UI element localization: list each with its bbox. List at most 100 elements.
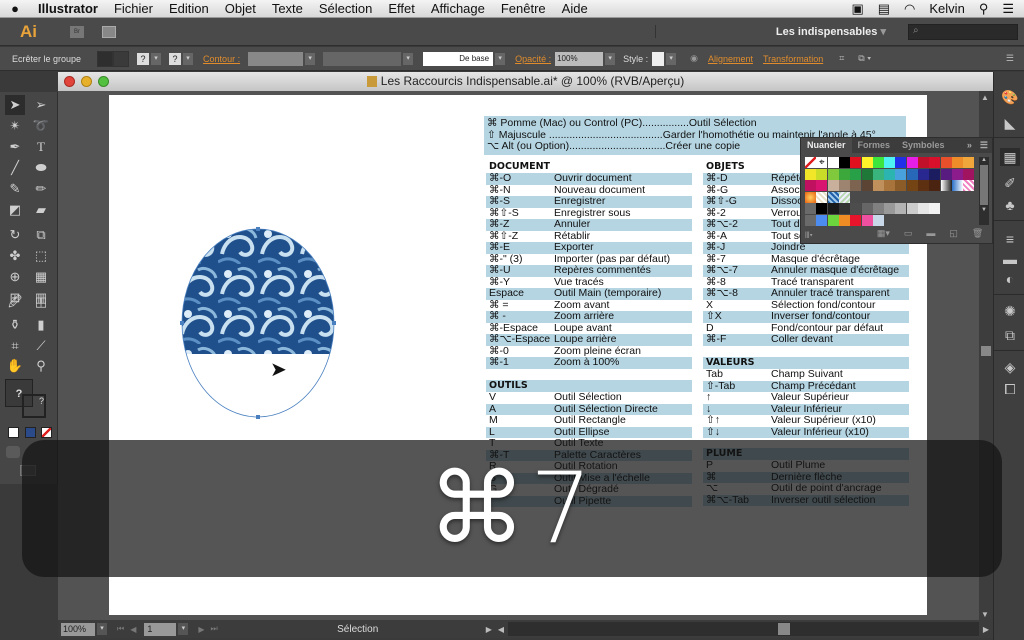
camera-icon[interactable]: ▣: [851, 1, 863, 17]
scroll-left-arrow-icon[interactable]: ◀: [498, 625, 504, 634]
swatch[interactable]: [827, 168, 839, 180]
status-menu-arrow-icon[interactable]: ▶: [486, 625, 492, 634]
draw-mode-icon[interactable]: [6, 446, 20, 458]
rotate-tool-icon[interactable]: ↻: [5, 225, 25, 245]
menu-app[interactable]: Illustrator: [30, 1, 106, 16]
brushes-icon[interactable]: ✐: [1000, 174, 1020, 192]
gradient-swatch[interactable]: [805, 191, 816, 203]
swatches-icon[interactable]: ▦: [1000, 148, 1020, 166]
stroke-dropdown[interactable]: ▾: [183, 52, 194, 65]
stroke-weight-field[interactable]: [248, 51, 304, 66]
paintbrush-tool-icon[interactable]: ✎: [5, 179, 25, 199]
pattern-swatch[interactable]: [827, 191, 839, 203]
swatch[interactable]: [838, 203, 850, 214]
brush-definition-field[interactable]: De base: [423, 51, 494, 66]
swatch[interactable]: [805, 168, 816, 180]
type-tool-icon[interactable]: T: [31, 137, 51, 157]
close-window-button[interactable]: [64, 76, 75, 87]
lasso-tool-icon[interactable]: ➰: [31, 116, 51, 136]
artboard-tool-icon[interactable]: ⌗: [5, 336, 25, 356]
gradient-icon[interactable]: ▬: [1000, 250, 1020, 268]
recolor-artwork-icon[interactable]: ◉: [690, 53, 698, 64]
gradient-fill-icon[interactable]: [25, 427, 36, 438]
eraser-tool-icon[interactable]: ▰: [31, 200, 51, 220]
swatch[interactable]: [827, 214, 839, 226]
swatch[interactable]: [850, 157, 862, 168]
swatch[interactable]: [906, 157, 918, 168]
swatch[interactable]: [951, 157, 963, 168]
slice-tool-icon[interactable]: ⟋: [31, 336, 51, 356]
fill-dropdown[interactable]: ▾: [151, 52, 162, 65]
pencil-tool-icon[interactable]: ✏: [31, 179, 51, 199]
swatch[interactable]: [816, 168, 828, 180]
brush-dropdown[interactable]: ▾: [495, 52, 506, 65]
horizontal-scroll-thumb[interactable]: [778, 623, 791, 635]
swatch[interactable]: [838, 157, 850, 168]
zoom-tool-icon[interactable]: ⚲: [31, 356, 51, 376]
opacity-link[interactable]: Opacité :: [515, 54, 551, 64]
swatch[interactable]: [929, 203, 941, 214]
stroke-icon[interactable]: ≡: [1000, 230, 1020, 248]
wifi-icon[interactable]: ◠: [904, 1, 915, 17]
swatch[interactable]: [906, 180, 918, 191]
swatch-libraries-icon[interactable]: 𝍫▾: [805, 228, 813, 240]
first-artboard-button[interactable]: ⏮: [117, 624, 124, 634]
swatch[interactable]: [827, 157, 839, 168]
stroke-weight-dropdown[interactable]: ▾: [305, 52, 316, 65]
swatch[interactable]: [963, 157, 975, 168]
zoom-window-button[interactable]: [98, 76, 109, 87]
swatch[interactable]: [850, 168, 862, 180]
menu-objet[interactable]: Objet: [217, 1, 264, 16]
menu-edition[interactable]: Edition: [161, 1, 217, 16]
show-kinds-icon[interactable]: ▦▾: [877, 228, 890, 240]
swatch[interactable]: [929, 168, 941, 180]
registration-swatch[interactable]: ⌖: [816, 157, 828, 168]
scale-tool-icon[interactable]: ⧉: [31, 225, 51, 245]
anchor-point[interactable]: [256, 415, 260, 419]
ellipse-tool-icon[interactable]: ⬬: [31, 158, 51, 178]
swatch[interactable]: [884, 180, 896, 191]
horizontal-scrollbar[interactable]: [508, 622, 979, 636]
stroke-swatch[interactable]: ?: [169, 52, 182, 65]
swatch[interactable]: [838, 180, 850, 191]
swatch[interactable]: [816, 214, 828, 226]
current-tool-status[interactable]: Sélection: [318, 624, 398, 635]
opacity-field[interactable]: 100%: [555, 51, 604, 66]
select-similar-icon[interactable]: ⌗: [839, 53, 844, 64]
menu-fenetre[interactable]: Fenêtre: [493, 1, 554, 16]
shape-builder-tool-icon[interactable]: ⊕: [5, 267, 25, 287]
scroll-up-arrow-icon[interactable]: ▲: [981, 93, 989, 102]
gradient-swatch[interactable]: [940, 180, 952, 191]
last-artboard-button[interactable]: ⏭: [211, 624, 218, 634]
line-tool-icon[interactable]: ╱: [5, 158, 25, 178]
color-palette-icon[interactable]: 🎨: [1000, 88, 1020, 106]
swatch[interactable]: [861, 214, 873, 226]
isolate-group-label[interactable]: Ecrêter le groupe: [12, 54, 81, 64]
scroll-down-arrow-icon[interactable]: ▼: [981, 610, 989, 619]
edit-clip-path-icon[interactable]: [97, 50, 114, 67]
pattern-swatch[interactable]: [816, 191, 828, 203]
menu-aide[interactable]: Aide: [554, 1, 596, 16]
contour-link[interactable]: Contour :: [203, 54, 240, 64]
swatch[interactable]: [940, 168, 952, 180]
free-transform-tool-icon[interactable]: ⬚: [31, 246, 51, 266]
swatch[interactable]: [884, 203, 896, 214]
color-guide-icon[interactable]: ◣: [1000, 114, 1020, 132]
vertical-scroll-thumb[interactable]: [981, 346, 991, 356]
pen-tool-icon[interactable]: ✒: [5, 137, 25, 157]
swatch[interactable]: [827, 203, 839, 214]
opacity-dropdown[interactable]: ▾: [605, 52, 616, 65]
stroke-color-box[interactable]: ?: [22, 394, 46, 418]
screen-icon[interactable]: ▤: [878, 1, 890, 17]
tab-nuancier[interactable]: Nuancier: [801, 138, 852, 153]
anchor-point[interactable]: [180, 321, 184, 325]
swatch-options-icon[interactable]: ▭: [904, 228, 913, 240]
anchor-point[interactable]: [256, 227, 260, 231]
swatch[interactable]: [895, 180, 907, 191]
previous-artboard-button[interactable]: ◀: [130, 625, 136, 634]
swatch[interactable]: [838, 214, 850, 226]
swatch[interactable]: [816, 180, 828, 191]
artboard-dropdown[interactable]: ▾: [178, 623, 189, 635]
graphic-styles-icon[interactable]: ⧉: [1000, 326, 1020, 344]
swatch[interactable]: [929, 180, 941, 191]
